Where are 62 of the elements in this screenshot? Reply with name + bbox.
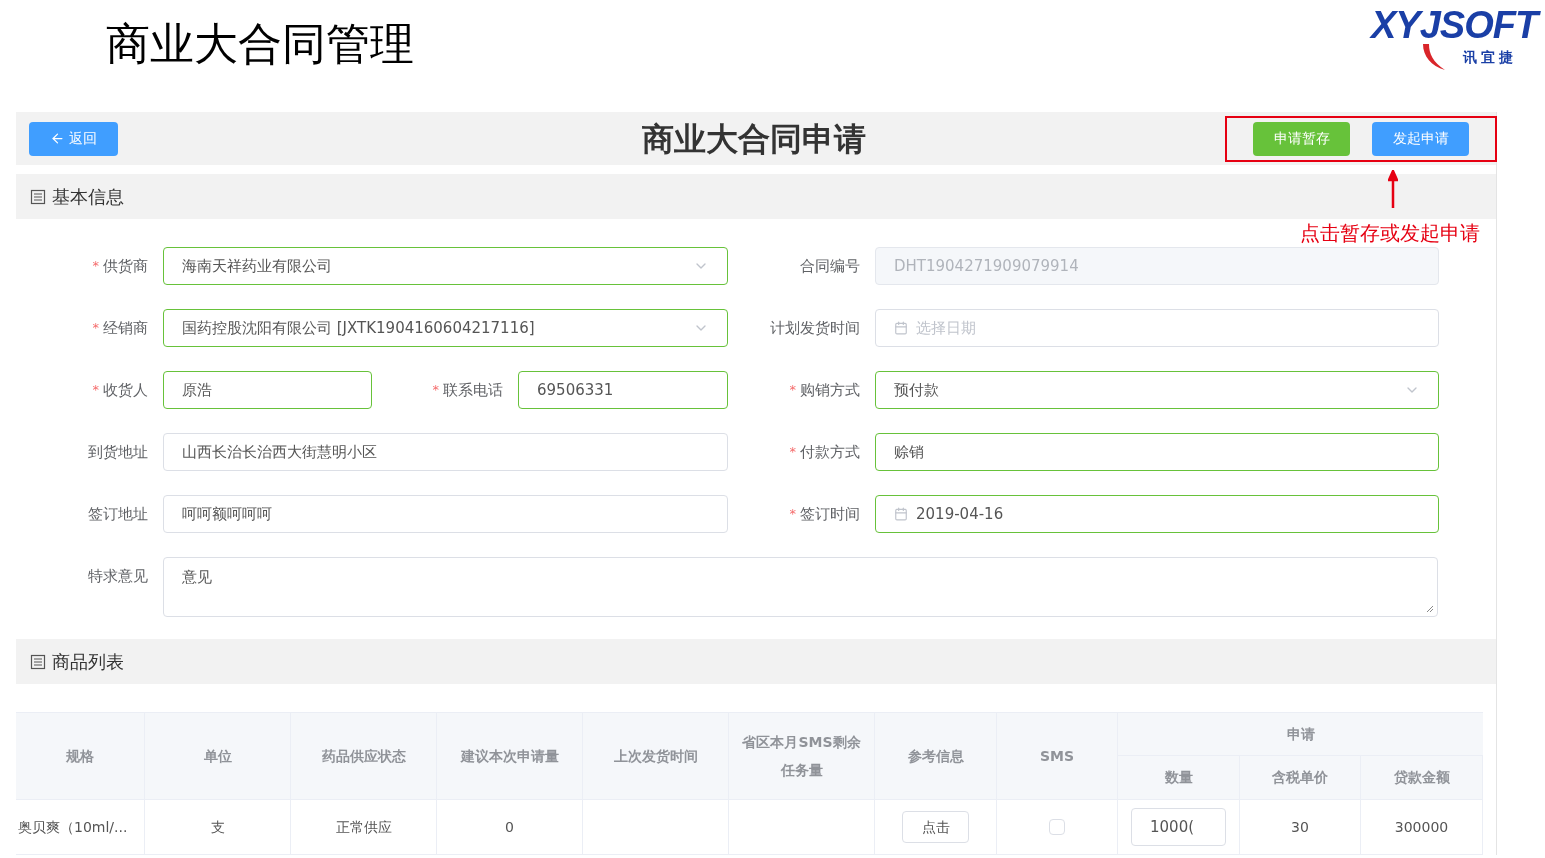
field-label: 收货人 <box>103 379 148 401</box>
table-cell-text: 支 <box>210 817 225 837</box>
field-label: 签订时间 <box>800 503 860 525</box>
column-header: 省区本月SMS剩余任务量 <box>741 733 862 780</box>
quantity-input[interactable]: 1000( <box>1131 808 1226 846</box>
table-cell-text: 0 <box>505 817 514 837</box>
table-cell-text: 30 <box>1291 817 1309 837</box>
logo-subtitle: 讯宜捷 <box>1463 50 1517 64</box>
field-label: 到货地址 <box>88 441 148 463</box>
required-asterisk: * <box>92 257 99 276</box>
field-label: 经销商 <box>103 317 148 339</box>
section-title: 基本信息 <box>52 185 124 209</box>
select-field[interactable]: 国药控股沈阳有限公司 [JXTK1904160604217116] <box>163 309 728 347</box>
text-area[interactable]: 意见 <box>163 557 1438 617</box>
date-field[interactable]: 2019-04-16 <box>875 495 1439 533</box>
table-cell-text: 正常供应 <box>335 817 392 837</box>
field-label: 购销方式 <box>800 379 860 401</box>
resize-handle-icon <box>1426 605 1434 613</box>
field-label: 供货商 <box>103 255 148 277</box>
required-asterisk: * <box>432 381 439 400</box>
required-asterisk: * <box>92 319 99 338</box>
field-label: 合同编号 <box>800 255 860 277</box>
input-field[interactable]: 赊销 <box>875 433 1439 471</box>
column-group-header: 申请 <box>1286 724 1315 744</box>
column-header: 上次发货时间 <box>613 747 698 766</box>
sms-checkbox[interactable] <box>1049 819 1065 835</box>
column-header: 参考信息 <box>907 747 964 766</box>
column-header: 单位 <box>203 747 232 766</box>
table-cell-text: 奥贝爽（10ml/... <box>17 817 128 837</box>
form-title: 商业大合同申请 <box>641 118 867 160</box>
column-header: 规格 <box>66 747 94 766</box>
select-field[interactable]: 海南天祥药业有限公司 <box>163 247 728 285</box>
table-cell-text: 300000 <box>1394 817 1449 837</box>
field-label: 签订地址 <box>88 503 148 525</box>
annotation-text: 点击暂存或发起申请 <box>1300 220 1480 247</box>
field-label: 付款方式 <box>800 441 860 463</box>
field-label: 计划发货时间 <box>770 317 860 339</box>
field-label: 特求意见 <box>88 566 148 587</box>
required-asterisk: * <box>789 443 796 462</box>
click-button[interactable]: 点击 <box>902 811 969 843</box>
calendar-icon <box>894 321 908 335</box>
input-field[interactable]: 呵呵额呵呵呵 <box>163 495 728 533</box>
list-icon <box>30 188 46 205</box>
column-header: 药品供应状态 <box>321 747 406 766</box>
required-asterisk: * <box>92 381 99 400</box>
list-icon <box>30 653 46 670</box>
column-header: 含税单价 <box>1272 768 1328 787</box>
column-header: 数量 <box>1164 768 1193 787</box>
annotation-arrow <box>1388 170 1398 208</box>
column-header: 贷款金额 <box>1393 768 1450 787</box>
section-title: 商品列表 <box>52 650 124 674</box>
column-header: SMS <box>1039 747 1075 766</box>
calendar-icon <box>894 507 908 521</box>
page-title: 商业大合同管理 <box>106 22 414 66</box>
input-field[interactable]: 原浩 <box>163 371 372 409</box>
field-label: 联系电话 <box>443 379 503 401</box>
required-asterisk: * <box>789 505 796 524</box>
input-field[interactable]: 山西长治长治西大街慧明小区 <box>163 433 728 471</box>
input-field[interactable]: 69506331 <box>518 371 728 409</box>
select-field[interactable]: 预付款 <box>875 371 1439 409</box>
column-header: 建议本次申请量 <box>460 747 559 766</box>
required-asterisk: * <box>789 381 796 400</box>
